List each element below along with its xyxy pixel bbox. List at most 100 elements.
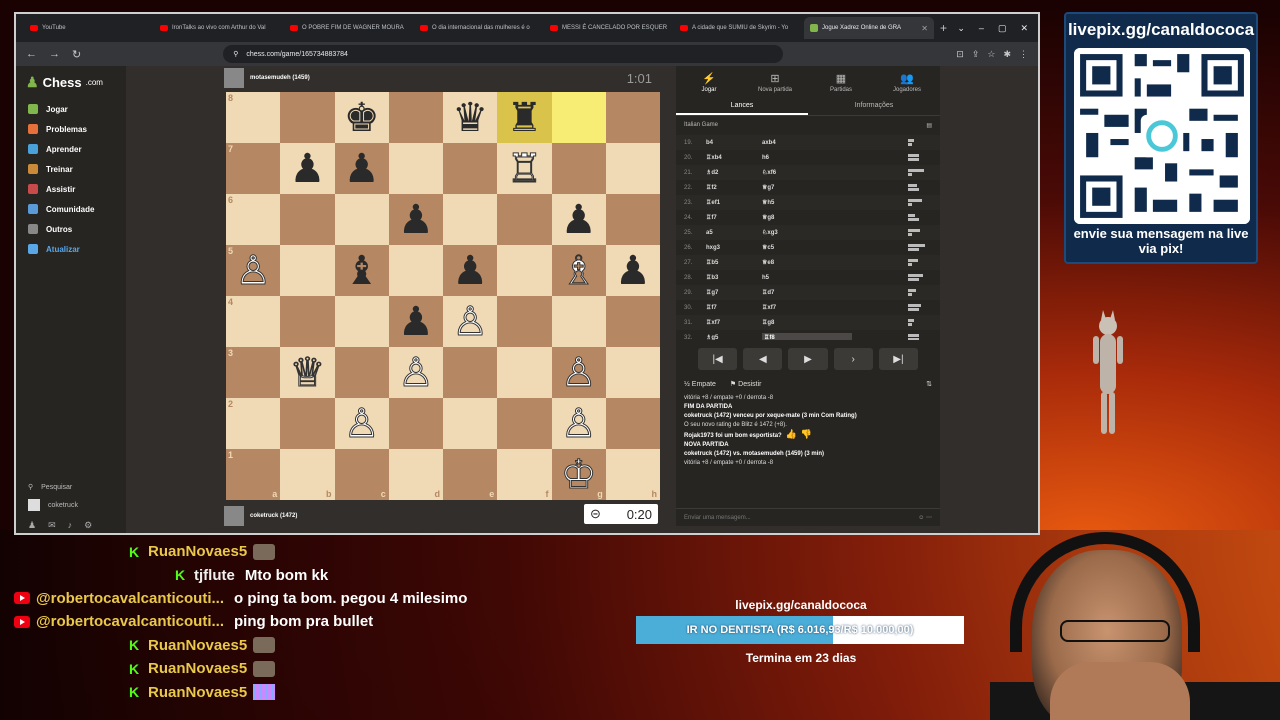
friends-icon[interactable]: ♟ — [28, 520, 36, 531]
board-square-g4[interactable] — [551, 296, 606, 347]
screenshot-icon[interactable]: ⊡ — [956, 49, 964, 60]
board-square-f8[interactable]: ♜ — [497, 92, 552, 143]
board-square-e5[interactable]: ♟ — [443, 245, 498, 296]
board-square-d4[interactable]: ♟ — [388, 296, 443, 347]
emoji-icon[interactable]: ☺ ⋯ — [918, 514, 932, 521]
black-move[interactable]: ♕e8 — [762, 259, 852, 266]
browser-tab[interactable]: MESSI É CANCELADO POR ESQUER — [544, 17, 674, 39]
sidebar-search[interactable]: ⚲ Pesquisar — [16, 478, 126, 496]
new-tab-icon[interactable]: + — [940, 21, 947, 35]
board-square-g5[interactable]: ♗ — [551, 245, 606, 296]
url-field[interactable]: ⚲ chess.com/game/165734883784 — [223, 45, 784, 63]
white-pawn-piece[interactable]: ♙ — [343, 403, 380, 444]
board-square-d5[interactable] — [388, 245, 443, 296]
panel-tab-3[interactable]: 👥 Jogadores — [874, 66, 940, 98]
board-square-g7[interactable] — [551, 143, 606, 194]
site-info-icon[interactable]: ⚲ — [233, 50, 238, 58]
board-square-h4[interactable] — [605, 296, 660, 347]
black-move[interactable]: ♘xf6 — [762, 169, 852, 176]
black-king-piece[interactable]: ♚ — [344, 98, 380, 138]
black-pawn-piece[interactable]: ♟ — [561, 200, 597, 240]
board-square-h6[interactable] — [605, 194, 660, 245]
browser-tab[interactable]: Jogue Xadrez Online de GRA ✕ — [804, 17, 934, 39]
board-square-g8[interactable] — [551, 92, 606, 143]
panel-tab-2[interactable]: ▦ Partidas — [808, 66, 874, 98]
white-move[interactable]: hxg3 — [706, 245, 762, 251]
white-move[interactable]: ♖b5 — [706, 259, 762, 266]
board-square-c3[interactable] — [334, 347, 389, 398]
reload-icon[interactable]: ↻ — [72, 48, 81, 61]
sidebar-item-aprender[interactable]: Aprender — [16, 139, 126, 159]
white-move[interactable]: ♗g5 — [706, 334, 762, 340]
white-move[interactable]: ♖f7 — [706, 214, 762, 221]
black-rook-piece[interactable]: ♜ — [506, 98, 542, 138]
black-move[interactable]: ♖g8 — [762, 319, 852, 326]
board-square-e2[interactable] — [443, 398, 498, 449]
board-square-h5[interactable]: ♟ — [605, 245, 660, 296]
board-square-e1[interactable]: e — [443, 449, 498, 500]
sidebar-item-problemas[interactable]: Problemas — [16, 119, 126, 139]
board-square-c1[interactable]: c — [334, 449, 389, 500]
share-icon[interactable]: ⇪ — [972, 49, 980, 60]
board-square-e6[interactable] — [443, 194, 498, 245]
board-square-f6[interactable] — [497, 194, 552, 245]
black-move[interactable]: h6 — [762, 155, 852, 161]
sidebar-item-atualizar[interactable]: Atualizar — [16, 239, 126, 259]
board-square-a5[interactable]: 5 ♙ — [226, 245, 281, 296]
board-square-f7[interactable]: ♖ — [497, 143, 552, 194]
menu-icon[interactable]: ⋮ — [1019, 49, 1028, 60]
black-move[interactable]: ♖f8 — [762, 333, 852, 340]
black-move[interactable]: ♕c5 — [762, 244, 852, 251]
bookmark-icon[interactable]: ☆ — [987, 49, 995, 60]
black-move[interactable]: axb4 — [762, 140, 852, 146]
sidebar-item-assistir[interactable]: Assistir — [16, 179, 126, 199]
board-square-e8[interactable]: ♛ — [443, 92, 498, 143]
browser-tab[interactable]: YouTube — [24, 17, 154, 39]
bell-icon[interactable]: ♪ — [68, 520, 73, 531]
board-square-c4[interactable] — [334, 296, 389, 347]
maximize-icon[interactable]: ▢ — [998, 23, 1007, 34]
board-square-a2[interactable]: 2 — [226, 398, 281, 449]
black-pawn-piece[interactable]: ♟ — [344, 149, 380, 189]
panel-tab-0[interactable]: ⚡ Jogar — [676, 66, 742, 98]
board-square-d6[interactable]: ♟ — [388, 194, 443, 245]
black-pawn-piece[interactable]: ♟ — [398, 200, 434, 240]
board-square-d2[interactable] — [388, 398, 443, 449]
board-square-b6[interactable] — [280, 194, 335, 245]
board-square-a6[interactable]: 6 — [226, 194, 281, 245]
white-pawn-piece[interactable]: ♙ — [397, 352, 434, 393]
white-move[interactable]: ♖b3 — [706, 274, 762, 281]
black-move[interactable]: ♘xg3 — [762, 229, 852, 236]
board-square-b2[interactable] — [280, 398, 335, 449]
previous-move-button[interactable]: ◀ — [743, 348, 783, 370]
board-square-b7[interactable]: ♟ — [280, 143, 335, 194]
board-square-c2[interactable]: ♙ — [334, 398, 389, 449]
browser-tab[interactable]: A cidade que SUMIU de Skyrim - Yo — [674, 17, 804, 39]
subtab-1[interactable]: Informações — [808, 98, 940, 115]
white-bishop-piece[interactable]: ♗ — [560, 250, 597, 291]
back-icon[interactable]: ← — [26, 48, 37, 60]
sidebar-item-comunidade[interactable]: Comunidade — [16, 199, 126, 219]
mail-icon[interactable]: ✉ — [48, 520, 56, 531]
panel-tab-1[interactable]: ⊞ Nova partida — [742, 66, 808, 98]
board-square-d3[interactable]: ♙ — [388, 347, 443, 398]
board-square-c8[interactable]: ♚ — [334, 92, 389, 143]
browser-tab[interactable]: IronTalks ao vivo com Arthur do Val — [154, 17, 284, 39]
board-square-d1[interactable]: d — [388, 449, 443, 500]
opening-book-icon[interactable]: ▤ — [926, 122, 932, 129]
next-move-button[interactable]: › — [833, 348, 873, 370]
board-square-d7[interactable] — [388, 143, 443, 194]
sidebar-item-treinar[interactable]: Treinar — [16, 159, 126, 179]
black-queen-piece[interactable]: ♛ — [452, 98, 488, 138]
game-chat-input[interactable]: Enviar uma mensagem... ☺ ⋯ — [676, 508, 940, 526]
black-pawn-piece[interactable]: ♟ — [452, 251, 488, 291]
first-move-button[interactable]: |◀ — [698, 348, 738, 370]
board-square-h7[interactable] — [605, 143, 660, 194]
white-king-piece[interactable]: ♔ — [560, 454, 597, 495]
board-square-d8[interactable] — [388, 92, 443, 143]
white-pawn-piece[interactable]: ♙ — [235, 250, 272, 291]
minimize-icon[interactable]: – — [979, 23, 984, 34]
board-square-f3[interactable] — [497, 347, 552, 398]
white-move[interactable]: ♖xf7 — [706, 319, 762, 326]
board-square-b8[interactable] — [280, 92, 335, 143]
